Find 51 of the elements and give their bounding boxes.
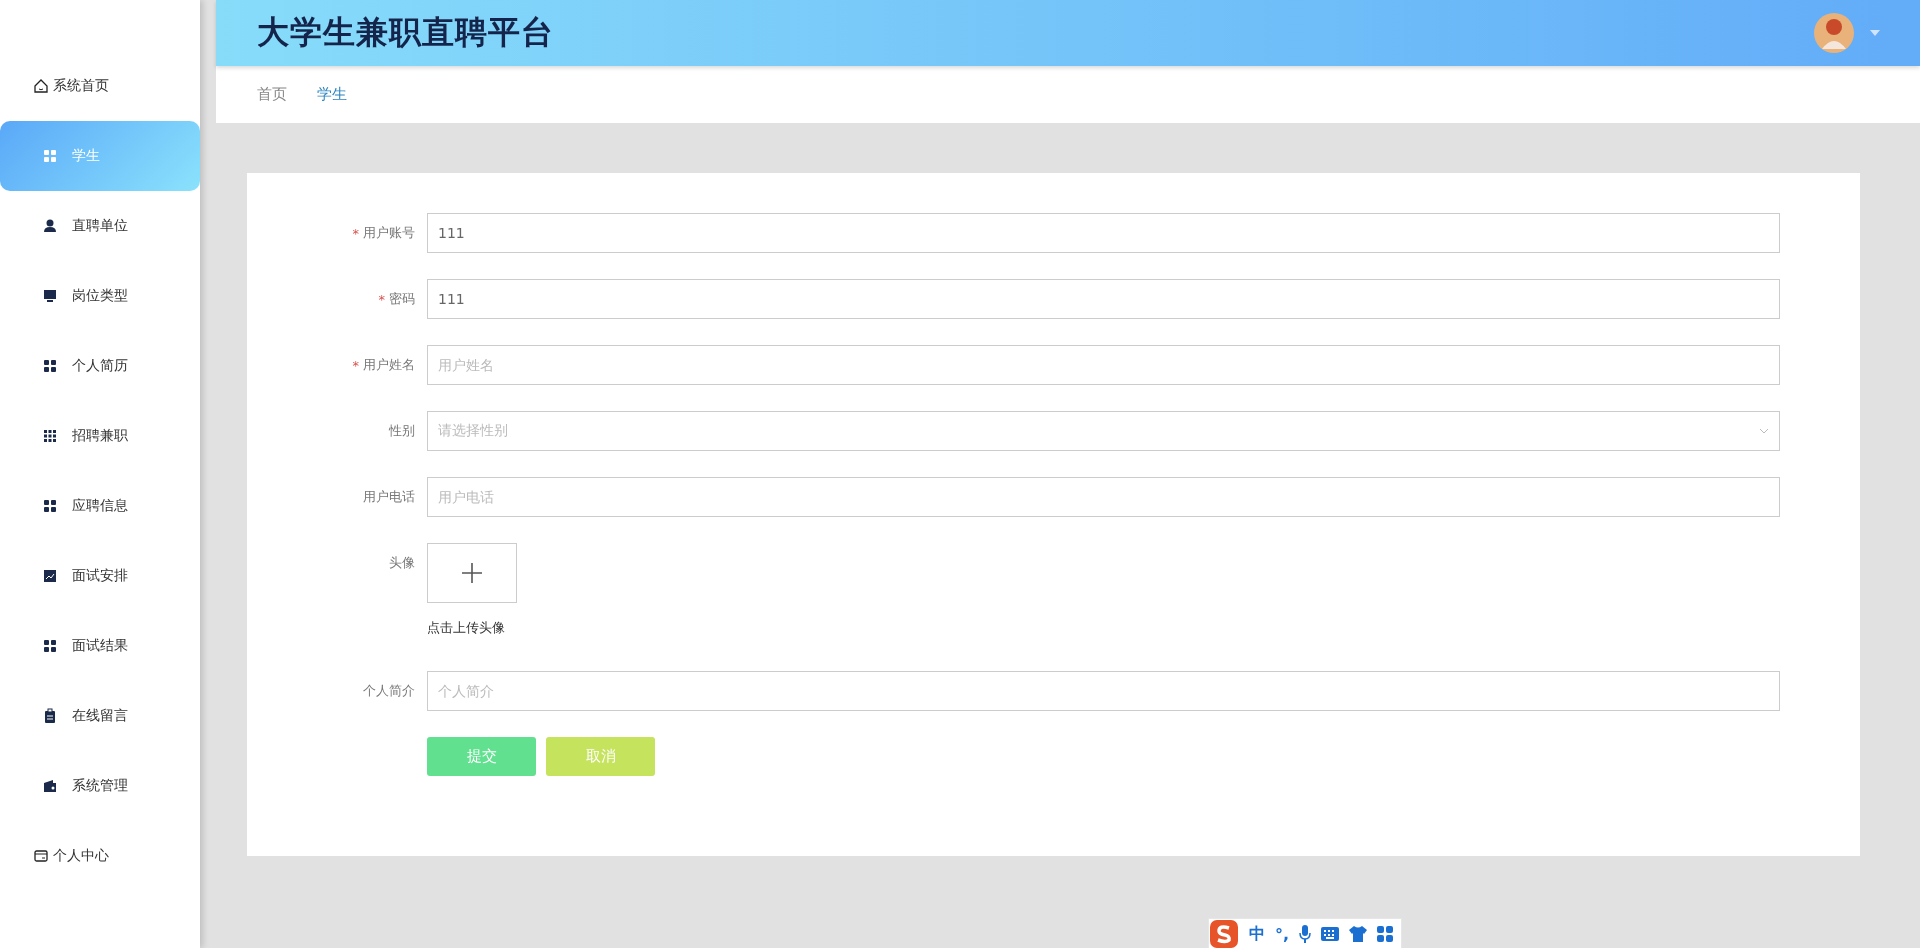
grid-icon[interactable] [1377,926,1394,942]
wallet-icon [42,778,58,794]
breadcrumb-link[interactable]: 学生 [317,85,347,104]
sidebar-item[interactable]: 招聘兼职 [0,401,200,471]
input-field[interactable]: 111 [427,213,1780,253]
required-mark: * [352,357,359,373]
upload-hint: 点击上传头像 [427,619,506,637]
input-field[interactable]: 个人简介 [427,671,1780,711]
sidebar-item[interactable]: 面试结果 [0,611,200,681]
field-label: 性别 [389,422,415,440]
plus-icon [462,563,482,583]
card-icon [33,848,49,864]
microphone-icon[interactable] [1299,925,1312,943]
field-label: 用户姓名 [363,356,415,374]
input-field[interactable]: 111 [427,279,1780,319]
sidebar-item[interactable]: 面试安排 [0,541,200,611]
keyboard-icon[interactable] [1321,927,1340,941]
monitor-icon [42,288,58,304]
person-icon [42,218,58,234]
sidebar-item[interactable]: 直聘单位 [0,191,200,261]
site-title: 大学生兼职直聘平台 [257,12,555,53]
required-mark: * [352,225,359,241]
grid-icon [42,358,58,374]
ime-punctuation[interactable]: °, [1275,924,1290,944]
shirt-icon[interactable] [1349,926,1368,942]
sidebar-item[interactable]: 系统首页 [0,51,200,121]
sidebar-item[interactable]: 在线留言 [0,681,200,751]
clipboard-icon [42,708,58,724]
grid-icon [42,498,58,514]
grid-icon [42,148,58,164]
sidebar-item[interactable]: 应聘信息 [0,471,200,541]
field-label: 密码 [389,290,415,308]
sidebar-item[interactable]: 个人中心 [0,821,200,891]
field-label: 头像 [389,554,415,572]
required-mark: * [378,291,385,307]
breadcrumb-link[interactable]: 首页 [257,85,287,104]
grid-icon [42,638,58,654]
apps-icon [42,428,58,444]
input-field[interactable]: 用户电话 [427,477,1780,517]
sidebar-item[interactable]: 个人简历 [0,331,200,401]
field-label: 个人简介 [363,682,415,700]
ime-language[interactable]: 中 [1249,923,1265,945]
sidebar-item[interactable]: 岗位类型 [0,261,200,331]
avatar[interactable] [1814,13,1854,53]
house-icon [33,78,49,94]
chevron-icon [1759,428,1769,434]
field-label: 用户电话 [363,488,415,506]
chart-icon [42,568,58,584]
field-label: 用户账号 [363,224,415,242]
sidebar-item[interactable]: 系统管理 [0,751,200,821]
input-field[interactable]: 用户姓名 [427,345,1780,385]
